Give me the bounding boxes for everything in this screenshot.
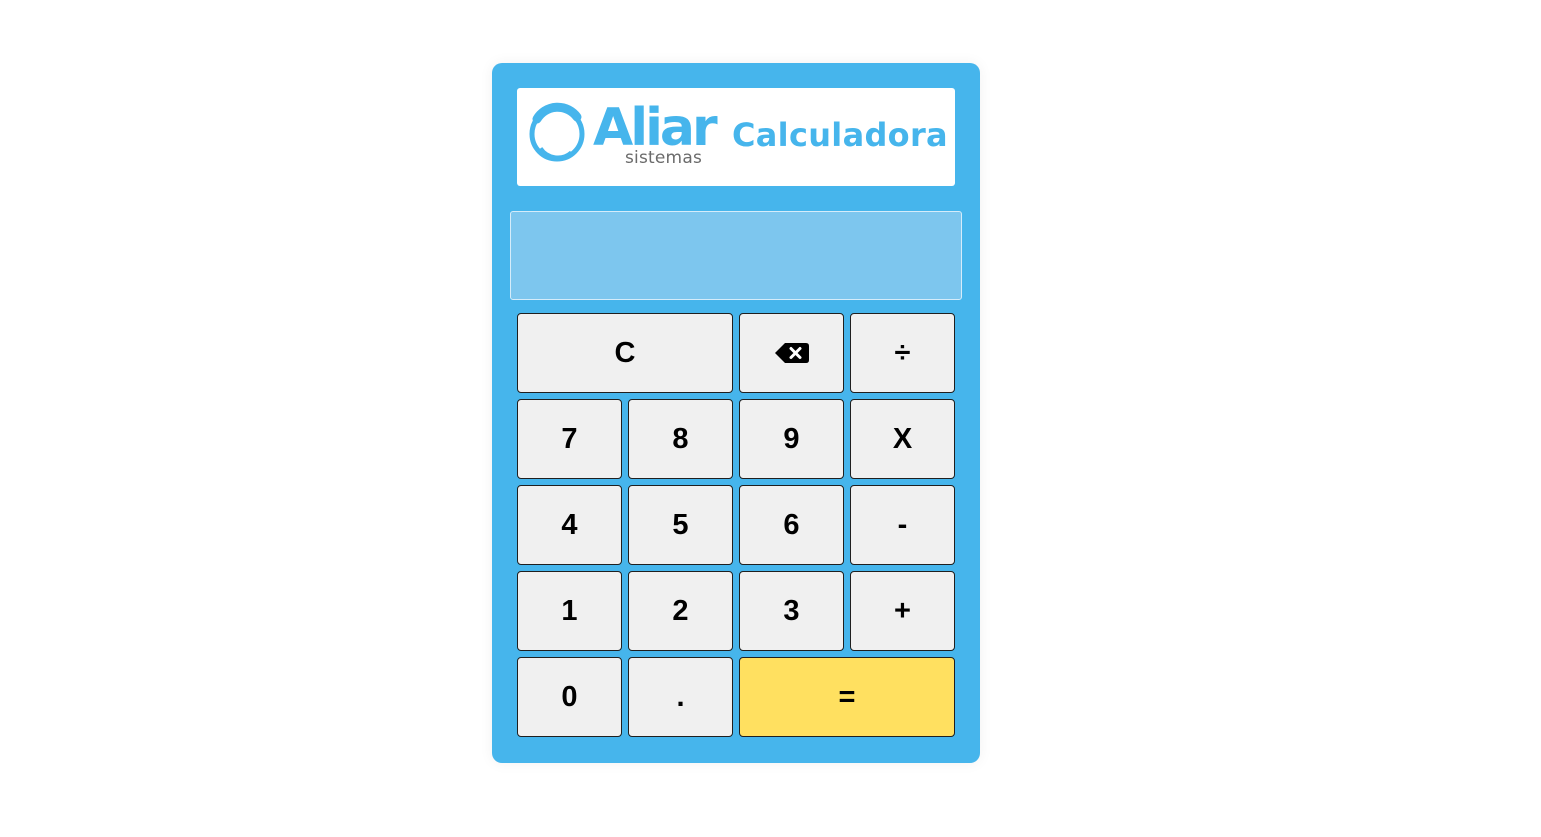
decimal-point-button[interactable]: . bbox=[628, 657, 733, 737]
backspace-button[interactable] bbox=[739, 313, 844, 393]
calculator-display[interactable] bbox=[510, 211, 962, 300]
digit-8-button[interactable]: 8 bbox=[628, 399, 733, 479]
calculator: Aliar sistemas Calculadora C ÷ 7 8 9 X 4… bbox=[492, 63, 980, 763]
multiply-button[interactable]: X bbox=[850, 399, 955, 479]
digit-0-button[interactable]: 0 bbox=[517, 657, 622, 737]
digit-7-button[interactable]: 7 bbox=[517, 399, 622, 479]
digit-9-button[interactable]: 9 bbox=[739, 399, 844, 479]
plus-button[interactable]: + bbox=[850, 571, 955, 651]
digit-6-button[interactable]: 6 bbox=[739, 485, 844, 565]
aliar-ring-icon bbox=[529, 102, 585, 162]
digit-3-button[interactable]: 3 bbox=[739, 571, 844, 651]
page-title: Calculadora bbox=[732, 116, 948, 154]
equals-button[interactable]: = bbox=[739, 657, 955, 737]
keypad: C ÷ 7 8 9 X 4 5 6 - 1 2 3 + 0 . = bbox=[517, 313, 955, 737]
divide-button[interactable]: ÷ bbox=[850, 313, 955, 393]
logo-subtitle: sistemas bbox=[625, 148, 702, 168]
header: Aliar sistemas Calculadora bbox=[517, 88, 955, 186]
digit-1-button[interactable]: 1 bbox=[517, 571, 622, 651]
clear-button[interactable]: C bbox=[517, 313, 733, 393]
minus-button[interactable]: - bbox=[850, 485, 955, 565]
digit-5-button[interactable]: 5 bbox=[628, 485, 733, 565]
digit-2-button[interactable]: 2 bbox=[628, 571, 733, 651]
backspace-icon bbox=[774, 343, 809, 363]
digit-4-button[interactable]: 4 bbox=[517, 485, 622, 565]
aliar-logo: Aliar sistemas bbox=[527, 96, 718, 172]
